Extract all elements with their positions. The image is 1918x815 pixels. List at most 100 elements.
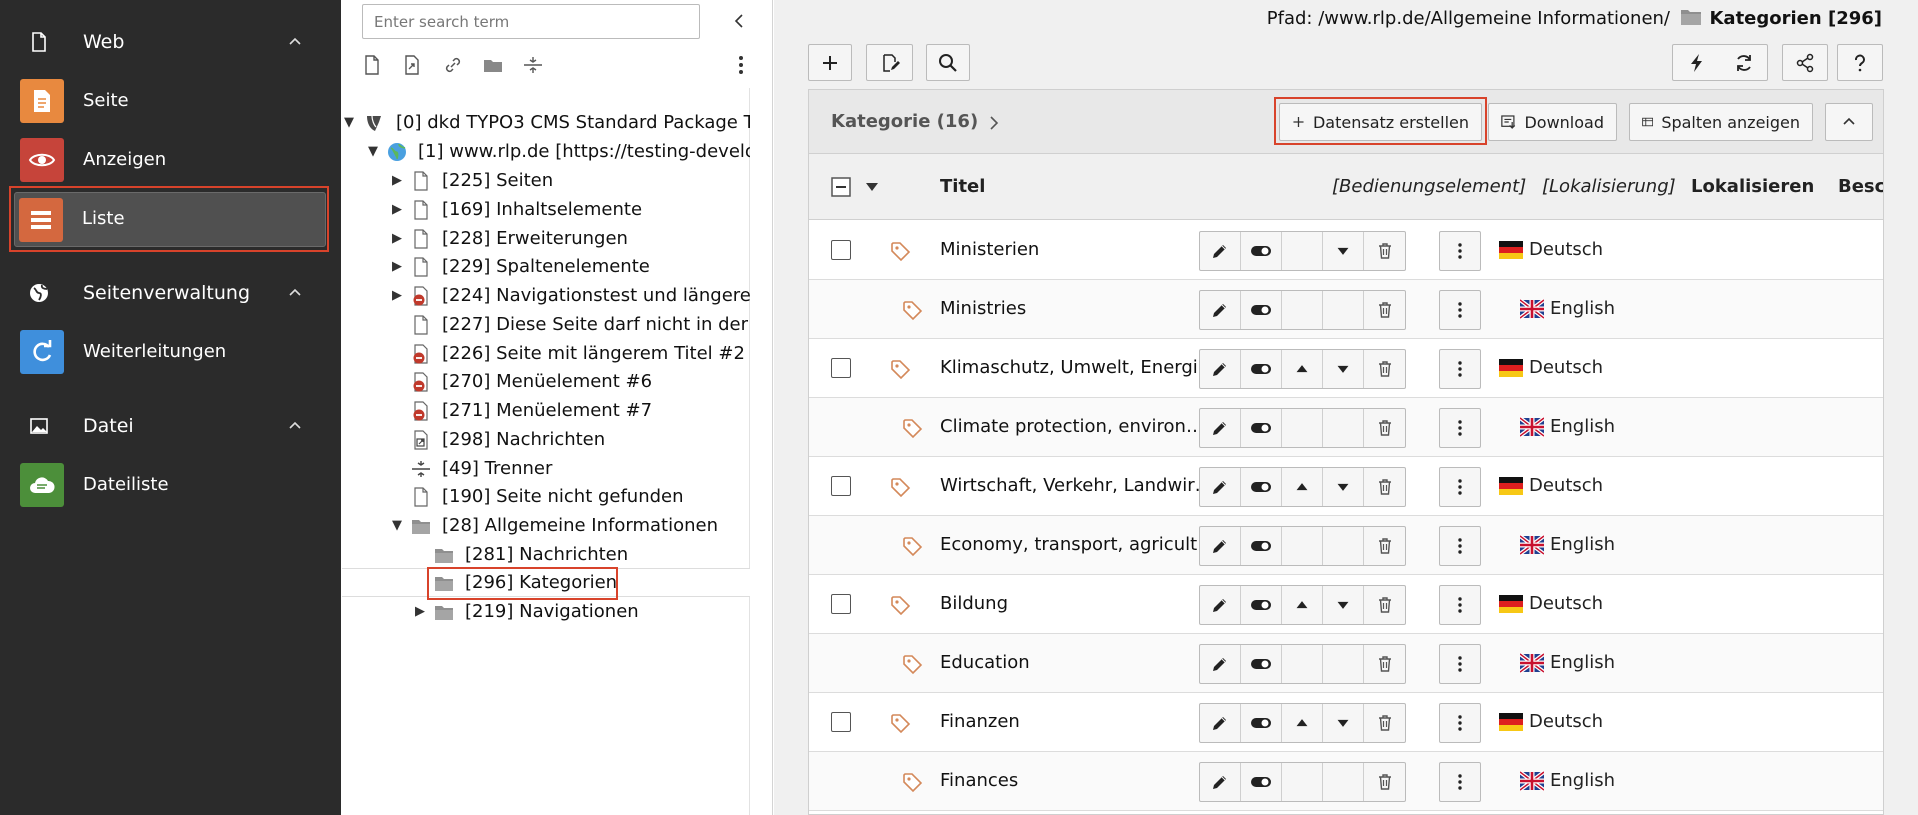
select-all-checkbox[interactable]: [831, 177, 851, 197]
tree-node[interactable]: ▼ [0] dkd TYPO3 CMS Standard Package TE: [344, 110, 750, 136]
tree-scrollbar[interactable]: [749, 88, 773, 815]
row-title[interactable]: Ministerien: [940, 239, 1039, 260]
move-down-button[interactable]: [1323, 232, 1364, 270]
module-group-web[interactable]: Web: [0, 20, 341, 64]
row-title[interactable]: Ministries: [940, 298, 1026, 319]
tree-node[interactable]: [298] Nachrichten: [392, 427, 750, 453]
delete-button[interactable]: [1364, 586, 1405, 624]
more-actions-button[interactable]: [1439, 703, 1481, 743]
delete-button[interactable]: [1364, 645, 1405, 683]
chevron-up-icon[interactable]: [286, 416, 304, 434]
column-beschreibung[interactable]: Beschreib: [1838, 176, 1883, 197]
row-title[interactable]: Finances: [940, 770, 1018, 791]
show-columns-button[interactable]: Spalten anzeigen: [1629, 103, 1813, 141]
tree-node[interactable]: ▶ [228] Erweiterungen: [392, 226, 750, 252]
move-down-button[interactable]: [1323, 704, 1364, 742]
tree-node[interactable]: ▶ [225] Seiten: [392, 168, 750, 194]
edit-button[interactable]: [1200, 291, 1241, 329]
toggle-visibility-button[interactable]: [1241, 645, 1282, 683]
tree-toggle[interactable]: ▶: [415, 599, 431, 625]
row-title[interactable]: Bildung: [940, 593, 1008, 614]
caret-down-icon[interactable]: [865, 181, 879, 193]
module-item-weiterleitungen[interactable]: Weiterleitungen: [20, 326, 328, 378]
more-actions-button[interactable]: [1439, 644, 1481, 684]
edit-button[interactable]: [1200, 409, 1241, 447]
module-group-datei[interactable]: Datei: [0, 404, 341, 448]
panel-title[interactable]: Kategorie (16): [831, 111, 978, 132]
tree-node[interactable]: ▶ [219] Navigationen: [415, 599, 750, 625]
module-group-seitenverwaltung[interactable]: Seitenverwaltung: [0, 271, 341, 315]
share-button[interactable]: [1782, 44, 1828, 81]
move-down-button[interactable]: [1323, 350, 1364, 388]
row-title[interactable]: Education: [940, 652, 1030, 673]
edit-page-button[interactable]: [866, 44, 913, 81]
more-actions-button[interactable]: [1439, 762, 1481, 802]
tree-node[interactable]: [190] Seite nicht gefunden: [392, 484, 750, 510]
delete-button[interactable]: [1364, 409, 1405, 447]
toggle-visibility-button[interactable]: [1241, 704, 1282, 742]
column-bedienungselement[interactable]: [Bedienungselement]: [1332, 176, 1526, 197]
help-button[interactable]: [1837, 44, 1883, 81]
edit-button[interactable]: [1200, 232, 1241, 270]
module-item-seite[interactable]: Seite: [20, 75, 328, 127]
row-title[interactable]: Wirtschaft, Verkehr, Landwir…: [940, 475, 1213, 496]
tree-node[interactable]: [270] Menüelement #6: [392, 369, 750, 395]
delete-button[interactable]: [1364, 468, 1405, 506]
collapse-panel-button[interactable]: [1825, 103, 1873, 141]
tree-node[interactable]: ▶ [169] Inhaltselemente: [392, 197, 750, 223]
chevron-right-icon[interactable]: [988, 115, 1000, 131]
new-page-icon[interactable]: [361, 54, 383, 76]
more-actions-button[interactable]: [1439, 467, 1481, 507]
delete-button[interactable]: [1364, 350, 1405, 388]
new-folder-icon[interactable]: [482, 54, 504, 76]
move-up-button[interactable]: [1282, 586, 1323, 624]
new-shortcut-icon[interactable]: [401, 54, 423, 76]
delete-button[interactable]: [1364, 704, 1405, 742]
tree-toggle[interactable]: ▶: [392, 168, 408, 194]
more-actions-button[interactable]: [1439, 585, 1481, 625]
row-checkbox[interactable]: [831, 712, 851, 732]
edit-button[interactable]: [1200, 527, 1241, 565]
tree-toggle[interactable]: ▼: [392, 513, 408, 539]
toggle-visibility-button[interactable]: [1241, 409, 1282, 447]
more-actions-button[interactable]: [1439, 526, 1481, 566]
move-up-button[interactable]: [1282, 704, 1323, 742]
tree-toggle[interactable]: ▶: [392, 254, 408, 280]
tree-toggle[interactable]: ▶: [392, 197, 408, 223]
reload-icon[interactable]: [1734, 53, 1754, 73]
new-link-icon[interactable]: [442, 54, 464, 76]
new-divider-icon[interactable]: [522, 54, 544, 76]
column-lokalisieren[interactable]: Lokalisieren: [1691, 176, 1814, 197]
more-vertical-icon[interactable]: [733, 54, 749, 76]
row-checkbox[interactable]: [831, 476, 851, 496]
tree-node[interactable]: [271] Menüelement #7: [392, 398, 750, 424]
chevron-up-icon[interactable]: [286, 32, 304, 50]
toggle-visibility-button[interactable]: [1241, 232, 1282, 270]
tree-toggle[interactable]: ▶: [392, 226, 408, 252]
move-up-button[interactable]: [1282, 468, 1323, 506]
search-button[interactable]: [926, 44, 970, 81]
move-up-button[interactable]: [1282, 350, 1323, 388]
new-record-button[interactable]: [808, 44, 852, 81]
module-item-dateiliste[interactable]: Dateiliste: [20, 459, 328, 511]
tree-toggle[interactable]: ▼: [344, 110, 360, 136]
toggle-visibility-button[interactable]: [1241, 350, 1282, 388]
edit-button[interactable]: [1200, 468, 1241, 506]
more-actions-button[interactable]: [1439, 349, 1481, 389]
tree-node[interactable]: ▶ [229] Spaltenelemente: [392, 254, 750, 280]
tree-node[interactable]: ▼ [28] Allgemeine Informationen: [392, 513, 750, 539]
column-titel[interactable]: Titel: [940, 176, 985, 197]
more-actions-button[interactable]: [1439, 231, 1481, 271]
tree-node[interactable]: [281] Nachrichten: [415, 542, 750, 568]
row-title[interactable]: Economy, transport, agricult…: [940, 534, 1215, 555]
edit-button[interactable]: [1200, 645, 1241, 683]
row-title[interactable]: Klimaschutz, Umwelt, Energi…: [940, 357, 1216, 378]
row-checkbox[interactable]: [831, 358, 851, 378]
row-title[interactable]: Climate protection, environ…: [940, 416, 1204, 437]
delete-button[interactable]: [1364, 527, 1405, 565]
toggle-visibility-button[interactable]: [1241, 527, 1282, 565]
chevron-up-icon[interactable]: [286, 283, 304, 301]
more-actions-button[interactable]: [1439, 290, 1481, 330]
download-button[interactable]: Download: [1488, 103, 1617, 141]
toggle-visibility-button[interactable]: [1241, 763, 1282, 801]
